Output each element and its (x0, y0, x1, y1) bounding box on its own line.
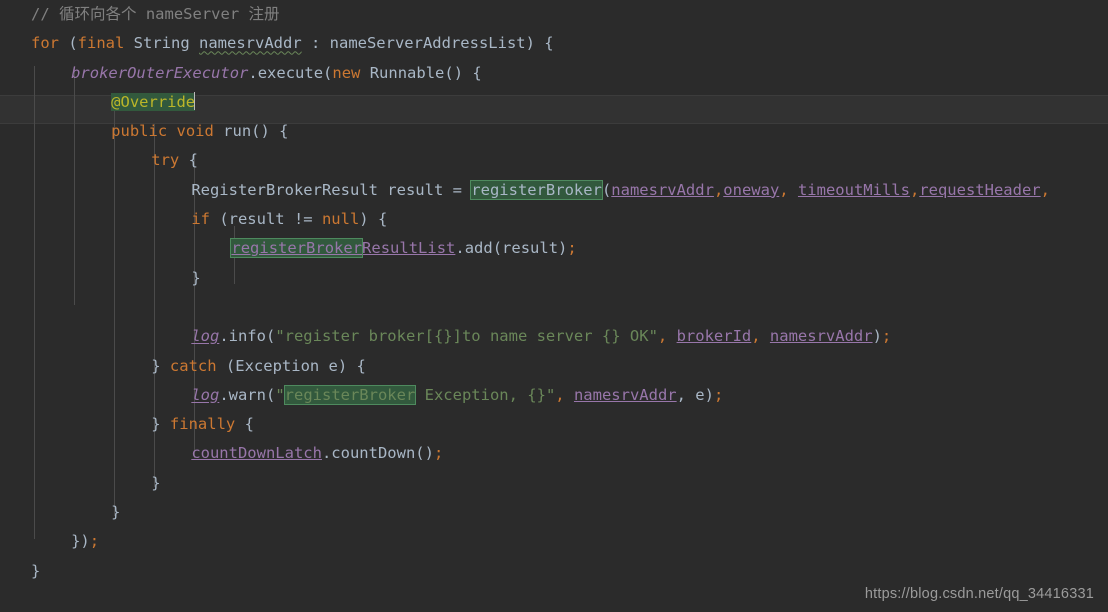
code-token: .add(result) (455, 239, 568, 258)
code-line[interactable]: log.warn("registerBroker Exception, {}",… (0, 381, 1108, 410)
code-token: Exception, {}" (415, 385, 556, 404)
code-token: final (77, 34, 125, 53)
code-token: , (713, 180, 724, 199)
code-token: } (151, 356, 170, 375)
code-token: .countDown() (321, 444, 434, 463)
code-token: catch (169, 356, 217, 375)
code-token: ; (567, 239, 577, 258)
code-line[interactable]: if (result != null) { (0, 205, 1108, 234)
code-line[interactable]: public void run() { (0, 117, 1108, 146)
code-line[interactable]: RegisterBrokerResult result = registerBr… (0, 176, 1108, 205)
code-token: brokerOuterExecutor (71, 63, 249, 82)
code-token: void (176, 122, 214, 141)
code-token: , (779, 180, 789, 199)
code-token: ResultList (362, 239, 456, 258)
code-token: log (191, 327, 220, 346)
code-token: : nameServerAddressList) { (301, 34, 554, 53)
code-token: Runnable() { (360, 63, 482, 82)
code-line[interactable]: }); (0, 527, 1108, 556)
code-line[interactable]: try { (0, 146, 1108, 175)
code-token: "register broker[{}]to name server {} OK… (275, 327, 658, 346)
code-token: .warn( (219, 385, 276, 404)
code-line[interactable]: } (0, 557, 1108, 586)
code-token: null (321, 210, 360, 229)
code-token: { (179, 151, 198, 170)
code-line[interactable]: } finally { (0, 410, 1108, 439)
code-token: public (111, 122, 168, 141)
code-token: " (275, 385, 285, 404)
code-token: ( (601, 180, 612, 199)
code-line[interactable]: } (0, 264, 1108, 293)
code-token: ) { (359, 210, 388, 229)
code-line[interactable]: brokerOuterExecutor.execute(new Runnable… (0, 59, 1108, 88)
code-token: RegisterBrokerResult result = (191, 180, 472, 199)
code-token: namesrvAddr (573, 385, 677, 404)
code-token: { (235, 415, 254, 434)
code-token: // 循环向各个 nameServer 注册 (31, 5, 280, 23)
code-line[interactable]: registerBrokerResultList.add(result); (0, 234, 1108, 263)
code-token: namesrvAddr (611, 180, 714, 199)
code-token: ( (59, 34, 78, 53)
code-token: run() { (213, 122, 289, 141)
code-token: registerBroker (230, 238, 364, 259)
code-line[interactable]: countDownLatch.countDown(); (0, 439, 1108, 468)
code-token: requestHeader (919, 180, 1041, 199)
code-token: , (909, 180, 920, 199)
code-token: ; (89, 532, 100, 551)
code-token: ) (872, 327, 882, 346)
code-token: ; (713, 385, 724, 404)
code-token: finally (169, 415, 236, 434)
code-editor[interactable]: // 循环向各个 nameServer 注册 for (final String … (0, 0, 1108, 612)
code-token: .execute( (248, 63, 333, 82)
code-token: } (191, 268, 201, 287)
code-line[interactable]: @Override (0, 88, 1108, 117)
code-token: } (111, 503, 121, 522)
text-caret (194, 91, 196, 110)
code-token: timeoutMills (797, 180, 910, 199)
code-token: countDownLatch (191, 444, 322, 463)
code-token: if (191, 210, 210, 229)
code-line[interactable]: // 循环向各个 nameServer 注册 (0, 0, 1108, 29)
code-token: log (191, 385, 220, 404)
code-token: registerBroker (470, 179, 603, 200)
code-token: } (31, 561, 41, 580)
watermark-text: https://blog.csdn.net/qq_34416331 (864, 586, 1094, 602)
code-line[interactable]: } (0, 469, 1108, 498)
code-token: , (751, 327, 770, 346)
code-token: (Exception e) { (216, 356, 366, 375)
code-token: } (151, 473, 161, 492)
code-token: , (657, 327, 677, 346)
code-token: , (1040, 180, 1050, 199)
code-token: registerBroker (283, 384, 417, 405)
code-token: , e) (676, 385, 714, 404)
code-line[interactable]: log.info("register broker[{}]to name ser… (0, 322, 1108, 351)
code-token: new (332, 63, 361, 82)
code-line[interactable]: } catch (Exception e) { (0, 352, 1108, 381)
code-line[interactable] (0, 293, 1108, 322)
code-token: namesrvAddr (769, 327, 873, 346)
code-token: ; (881, 327, 892, 346)
code-token: }) (71, 532, 90, 551)
code-token: for (31, 34, 59, 53)
code-line[interactable]: for (final String namesrvAddr : nameServ… (0, 29, 1108, 58)
code-line[interactable]: } (0, 498, 1108, 527)
code-token: } (151, 415, 170, 434)
code-content[interactable]: // 循环向各个 nameServer 注册 for (final String … (0, 0, 1108, 586)
code-token: @Override (111, 92, 196, 111)
code-token: String (124, 34, 199, 53)
code-token: ; (433, 444, 444, 463)
code-token: brokerId (676, 327, 752, 346)
code-token: (result != (209, 210, 322, 229)
code-token: try (151, 151, 180, 170)
code-token: .info( (219, 327, 276, 346)
code-token: oneway (723, 180, 780, 199)
code-token: namesrvAddr (199, 34, 302, 53)
code-token: , (555, 385, 574, 404)
